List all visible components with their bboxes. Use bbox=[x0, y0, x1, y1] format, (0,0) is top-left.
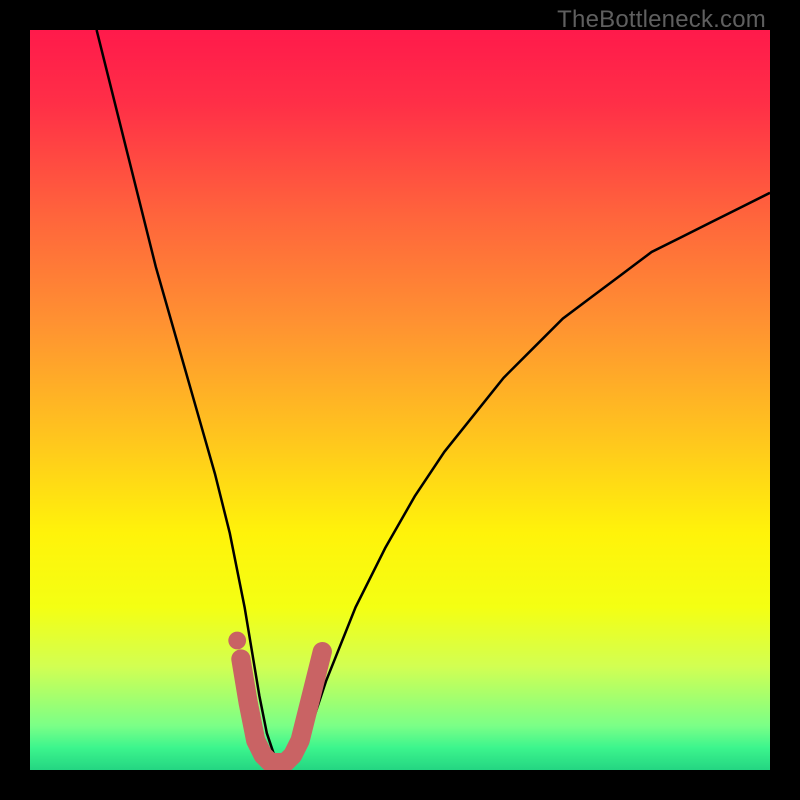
plot-area bbox=[30, 30, 770, 770]
chart-frame: TheBottleneck.com bbox=[0, 0, 800, 800]
curve-layer bbox=[30, 30, 770, 770]
highlight-dot bbox=[228, 632, 246, 650]
bottleneck-curve bbox=[97, 30, 770, 763]
watermark-text: TheBottleneck.com bbox=[557, 6, 766, 34]
highlight-band bbox=[241, 652, 322, 763]
